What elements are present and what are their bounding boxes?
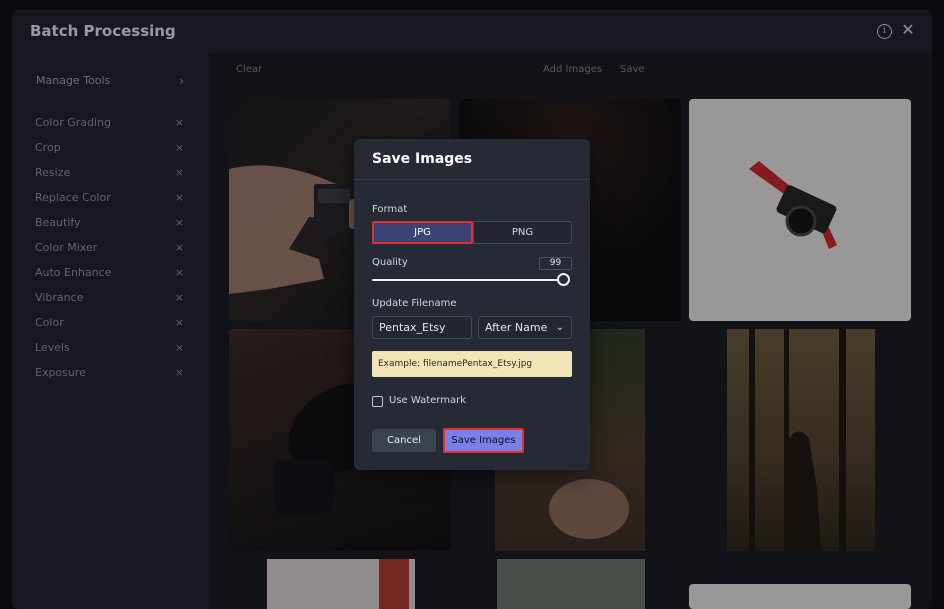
filename-position-value: After Name <box>485 321 548 334</box>
watermark-checkbox[interactable] <box>372 396 383 407</box>
image-thumbnail[interactable] <box>689 329 911 551</box>
remove-tool-icon[interactable]: × <box>175 235 184 260</box>
tool-label: Replace Color <box>35 191 111 204</box>
quality-slider-track[interactable] <box>372 279 562 281</box>
info-icon[interactable]: i <box>877 24 892 39</box>
tool-label: Resize <box>35 166 71 179</box>
tool-label: Color Mixer <box>35 241 98 254</box>
remove-tool-icon[interactable]: × <box>175 335 184 360</box>
filename-position-select[interactable]: After Name ⌄ <box>478 316 572 339</box>
titlebar: Batch Processing i ✕ <box>12 10 932 54</box>
building-photo <box>267 559 415 609</box>
dialog-divider <box>354 179 590 180</box>
manage-tools-label: Manage Tools <box>36 74 111 87</box>
tool-item[interactable]: Levels × <box>28 335 194 360</box>
tool-label: Beautify <box>35 216 81 229</box>
tool-label: Auto Enhance <box>35 266 112 279</box>
image-thumbnail[interactable] <box>459 559 681 609</box>
tool-item[interactable]: Resize × <box>28 160 194 185</box>
quality-label: Quality <box>372 257 408 268</box>
tool-label: Crop <box>35 141 61 154</box>
remove-tool-icon[interactable]: × <box>175 260 184 285</box>
forest-silhouette-photo <box>727 329 875 551</box>
cancel-button[interactable]: Cancel <box>372 429 436 452</box>
tool-label: Color <box>35 316 64 329</box>
image-thumbnail[interactable] <box>689 99 911 321</box>
tool-item[interactable]: Color Grading × <box>28 110 194 135</box>
filename-input[interactable]: Pentax_Etsy <box>372 316 472 339</box>
tool-item[interactable]: Exposure × <box>28 360 194 385</box>
remove-tool-icon[interactable]: × <box>175 360 184 385</box>
chevron-right-icon: › <box>179 74 184 88</box>
close-icon[interactable]: ✕ <box>900 21 916 39</box>
clear-button[interactable]: Clear <box>236 64 262 75</box>
remove-tool-icon[interactable]: × <box>175 210 184 235</box>
quality-slider-handle[interactable] <box>557 273 570 286</box>
dialog-title: Save Images <box>372 151 473 167</box>
tool-item[interactable]: Color × <box>28 310 194 335</box>
window-title: Batch Processing <box>30 22 176 40</box>
watermark-label[interactable]: Use Watermark <box>389 395 466 406</box>
tool-label: Color Grading <box>35 116 111 129</box>
tool-item[interactable]: Replace Color × <box>28 185 194 210</box>
save-images-button[interactable]: Save Images <box>443 428 524 453</box>
chevron-down-icon: ⌄ <box>555 322 564 333</box>
tool-item[interactable]: Beautify × <box>28 210 194 235</box>
tool-label: Vibrance <box>35 291 84 304</box>
tool-label: Levels <box>35 341 70 354</box>
tool-item[interactable]: Vibrance × <box>28 285 194 310</box>
trees-photo <box>497 559 645 609</box>
tool-item[interactable]: Crop × <box>28 135 194 160</box>
remove-tool-icon[interactable]: × <box>175 160 184 185</box>
image-thumbnail[interactable] <box>229 559 451 609</box>
format-label: Format <box>372 204 408 215</box>
save-button[interactable]: Save <box>620 64 645 75</box>
image-thumbnail[interactable] <box>689 584 911 609</box>
manage-tools-button[interactable]: Manage Tools › <box>28 66 194 96</box>
remove-tool-icon[interactable]: × <box>175 110 184 135</box>
tool-item[interactable]: Auto Enhance × <box>28 260 194 285</box>
remove-tool-icon[interactable]: × <box>175 285 184 310</box>
camera-photo <box>749 161 837 249</box>
format-jpg-button[interactable]: JPG <box>372 221 473 244</box>
format-png-button[interactable]: PNG <box>473 221 572 244</box>
filename-example: Example: filenamePentax_Etsy.jpg <box>372 351 572 377</box>
tool-item[interactable]: Color Mixer × <box>28 235 194 260</box>
remove-tool-icon[interactable]: × <box>175 185 184 210</box>
add-images-button[interactable]: Add Images <box>543 64 602 75</box>
remove-tool-icon[interactable]: × <box>175 135 184 160</box>
tool-label: Exposure <box>35 366 86 379</box>
quality-value-input[interactable]: 99 <box>539 257 572 270</box>
remove-tool-icon[interactable]: × <box>175 310 184 335</box>
tools-sidebar: Manage Tools › Color Grading × Crop × Resi… <box>28 66 194 385</box>
update-filename-label: Update Filename <box>372 298 457 309</box>
save-images-dialog: Save Images Format JPG PNG Quality 99 Up… <box>354 139 590 470</box>
